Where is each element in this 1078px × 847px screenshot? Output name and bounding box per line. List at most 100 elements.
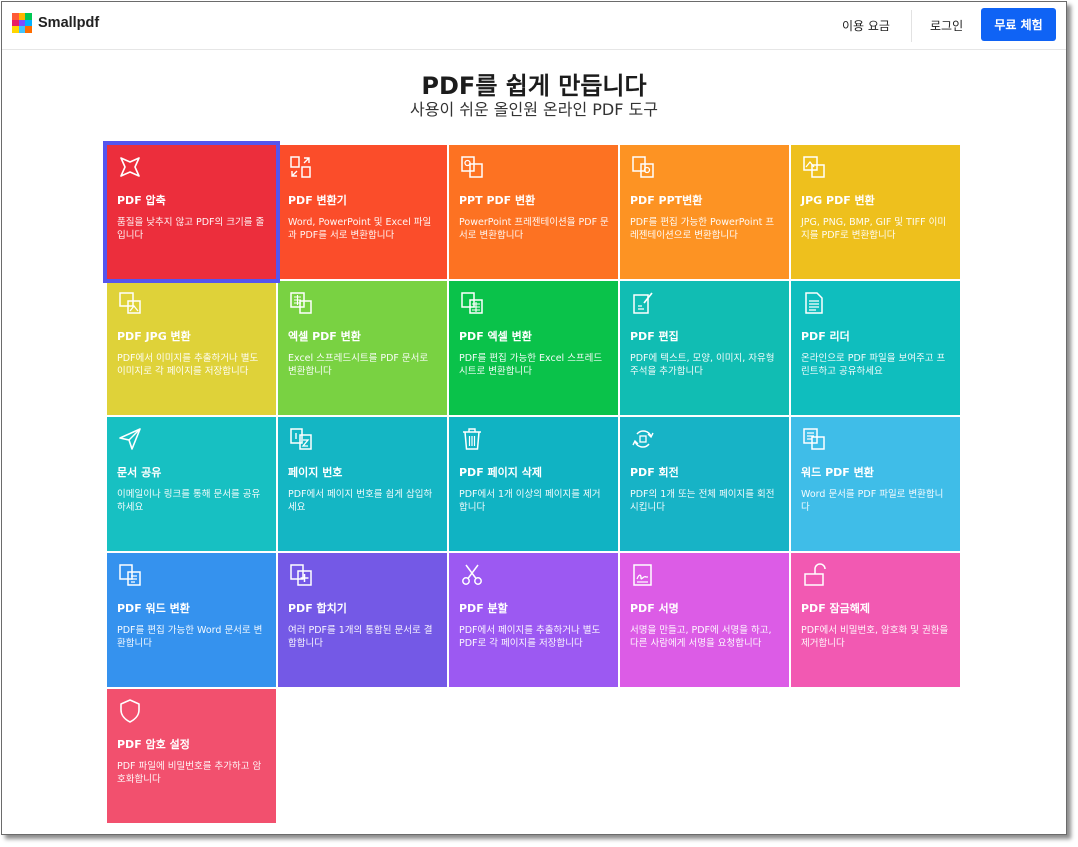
word-to-pdf-icon xyxy=(801,426,827,452)
tool-description: Excel 스프레드시트를 PDF 문서로 변환합니다 xyxy=(288,353,429,377)
tool-name: PDF 페이지 삭제 xyxy=(459,466,542,479)
logo-mark-icon xyxy=(12,13,32,33)
tool-name: PDF 엑셀 변환 xyxy=(459,330,532,343)
tool-name: PDF 리더 xyxy=(801,330,850,343)
tool-tile[interactable]: JPG PDF 변환 JPG, PNG, BMP, GIF 및 TIFF 이미지를… xyxy=(791,145,960,279)
tool-description: PDF에서 페이지 번호를 쉽게 삽입하세요 xyxy=(288,489,433,513)
tool-tile[interactable]: PDF 분할 PDF에서 페이지를 추출하거나 별도 PDF로 각 페이지를 저장… xyxy=(449,553,618,687)
tool-name: PDF 워드 변환 xyxy=(117,602,190,615)
free-trial-button[interactable]: 무료 체험 xyxy=(981,8,1056,41)
tool-tile[interactable]: PDF 워드 변환 PDF를 편집 가능한 Word 문서로 변환합니다 xyxy=(107,553,276,687)
logo[interactable]: Smallpdf xyxy=(12,13,99,33)
tool-tile[interactable]: 엑셀 PDF 변환 Excel 스프레드시트를 PDF 문서로 변환합니다 xyxy=(278,281,447,415)
tool-tile[interactable]: PDF 서명서명을 만들고, PDF에 서명을 하고, 다른 사람에게 서명을 … xyxy=(620,553,789,687)
brand-name: Smallpdf xyxy=(38,15,100,31)
tool-tile[interactable]: PDF 회전 PDF의 1개 또는 전체 페이지를 회전시킵니다 xyxy=(620,417,789,551)
logo-square xyxy=(18,19,26,27)
shield-icon xyxy=(117,698,143,724)
tool-tile[interactable]: PDF 리더온라인으로 PDF 파일을 보여주고 프린트하고 공유하세요 xyxy=(791,281,960,415)
pdf-to-word-icon xyxy=(117,562,143,588)
tool-description: Word, PowerPoint 및 Excel 파일과 PDF를 서로 변환합… xyxy=(288,217,432,241)
tool-description: Word 문서를 PDF 파일로 변환합니다 xyxy=(801,489,944,513)
tool-description: PDF에서 1개 이상의 페이지를 제거합니다 xyxy=(459,489,601,513)
tool-description: JPG, PNG, BMP, GIF 및 TIFF 이미지를 PDF로 변환합니… xyxy=(801,217,947,241)
tool-description: PDF를 편집 가능한 Excel 스프레드시트로 변환합니다 xyxy=(459,353,603,377)
tool-description: 온라인으로 PDF 파일을 보여주고 프린트하고 공유하세요 xyxy=(801,353,946,377)
unlock-icon xyxy=(801,562,827,588)
tool-description: PDF의 1개 또는 전체 페이지를 회전시킵니다 xyxy=(630,489,775,513)
tool-description: PDF에서 비밀번호, 암호화 및 권한을 제거합니다 xyxy=(801,625,949,649)
tool-description: PDF에서 이미지를 추출하거나 별도 이미지로 각 페이지를 저장합니다 xyxy=(117,353,259,377)
rotate-icon xyxy=(630,426,656,452)
pdf-to-excel-icon xyxy=(459,290,485,316)
tool-tile[interactable]: PDF 편집 PDF에 텍스트, 모양, 이미지, 자유형 주석을 추가합니다 xyxy=(620,281,789,415)
tool-name: PDF PPT변환 xyxy=(630,194,703,207)
tool-description: 이메일이나 링크를 통해 문서를 공유하세요 xyxy=(117,489,261,513)
tool-name: 엑셀 PDF 변환 xyxy=(288,330,361,343)
logo-square xyxy=(12,26,19,33)
logo-square xyxy=(18,13,26,20)
compress-icon xyxy=(117,154,143,180)
logo-square xyxy=(12,19,19,27)
nav-divider xyxy=(911,10,912,42)
logo-square xyxy=(25,26,32,33)
tool-name: PDF 합치기 xyxy=(288,602,347,615)
tool-tile[interactable]: PDF 엑셀 변환 PDF를 편집 가능한 Excel 스프레드시트로 변환합니다 xyxy=(449,281,618,415)
tool-description: PDF 파일에 비밀번호를 추가하고 암호화합니다 xyxy=(117,761,262,785)
logo-square xyxy=(12,13,19,20)
logo-square xyxy=(25,19,32,27)
tool-description: PDF를 편집 가능한 PowerPoint 프레젠테이션으로 변환합니다 xyxy=(630,217,775,241)
tool-tile[interactable]: 문서 공유이메일이나 링크를 통해 문서를 공유하세요 xyxy=(107,417,276,551)
pdf-to-jpg-icon xyxy=(117,290,143,316)
tool-tile[interactable]: 워드 PDF 변환 Word 문서를 PDF 파일로 변환합니다 xyxy=(791,417,960,551)
ppt-to-pdf-icon xyxy=(459,154,485,180)
top-navbar: Smallpdf 이용 요금 로그인 무료 체험 xyxy=(2,2,1066,50)
tool-tile[interactable]: 페이지 번호 PDF에서 페이지 번호를 쉽게 삽입하세요 xyxy=(278,417,447,551)
tool-grid: PDF 압축품질을 낮추지 않고 PDF의 크기를 줄입니다 PDF 변환기 Wor… xyxy=(103,141,960,823)
logo-square xyxy=(18,26,26,33)
merge-icon xyxy=(288,562,314,588)
nav-login-link[interactable]: 로그인 xyxy=(930,17,963,34)
page-number-icon xyxy=(288,426,314,452)
tool-tile[interactable]: PDF JPG 변환 PDF에서 이미지를 추출하거나 별도 이미지로 각 페이지… xyxy=(107,281,276,415)
trash-icon xyxy=(459,426,485,452)
tool-tile[interactable]: PDF 페이지 삭제 PDF에서 1개 이상의 페이지를 제거합니다 xyxy=(449,417,618,551)
tool-name: PPT PDF 변환 xyxy=(459,194,536,207)
convert-icon xyxy=(288,154,314,180)
tool-name: PDF 잠금해제 xyxy=(801,602,871,615)
sign-icon xyxy=(630,562,656,588)
tool-name: 페이지 번호 xyxy=(288,466,343,479)
nav-pricing-link[interactable]: 이용 요금 xyxy=(842,17,890,34)
tool-tile[interactable]: PPT PDF 변환 PowerPoint 프레젠테이션을 PDF 문서로 변환합… xyxy=(449,145,618,279)
tool-name: 문서 공유 xyxy=(117,466,162,479)
tool-description: 여러 PDF를 1개의 통합된 문서로 결합합니다 xyxy=(288,625,433,649)
browser-page: Smallpdf 이용 요금 로그인 무료 체험 PDF를 쉽게 만듭니다 사용… xyxy=(1,1,1067,835)
logo-square xyxy=(25,13,32,20)
tool-name: PDF 편집 xyxy=(630,330,679,343)
tool-description: 서명을 만들고, PDF에 서명을 하고, 다른 사람에게 서명을 요청합니다 xyxy=(630,625,772,649)
excel-to-pdf-icon xyxy=(288,290,314,316)
tool-name: PDF 변환기 xyxy=(288,194,347,207)
tool-name: PDF 분할 xyxy=(459,602,508,615)
tool-name: PDF 서명 xyxy=(630,602,679,615)
jpg-to-pdf-icon xyxy=(801,154,827,180)
edit-icon xyxy=(630,290,656,316)
page-subtitle: 사용이 쉬운 올인원 온라인 PDF 도구 xyxy=(410,100,658,119)
tool-tile[interactable]: PDF 압축품질을 낮추지 않고 PDF의 크기를 줄입니다 xyxy=(103,141,280,283)
tool-description: 품질을 낮추지 않고 PDF의 크기를 줄입니다 xyxy=(117,217,265,241)
scissors-icon xyxy=(459,562,485,588)
tool-name: 워드 PDF 변환 xyxy=(801,466,874,479)
tool-name: PDF 암호 설정 xyxy=(117,738,190,751)
tool-name: JPG PDF 변환 xyxy=(801,194,875,207)
tool-tile[interactable]: PDF 암호 설정 PDF 파일에 비밀번호를 추가하고 암호화합니다 xyxy=(107,689,276,823)
tool-description: PowerPoint 프레젠테이션을 PDF 문서로 변환합니다 xyxy=(459,217,609,241)
tool-description: PDF에서 페이지를 추출하거나 별도 PDF로 각 페이지를 저장합니다 xyxy=(459,625,601,649)
tool-tile[interactable]: PDF 변환기 Word, PowerPoint 및 Excel 파일과 PDF를… xyxy=(278,145,447,279)
tool-name: PDF JPG 변환 xyxy=(117,330,191,343)
tool-tile[interactable]: PDF 합치기여러 PDF를 1개의 통합된 문서로 결합합니다 xyxy=(278,553,447,687)
tool-tile[interactable]: PDF PPT변환 PDF를 편집 가능한 PowerPoint 프레젠테이션으로… xyxy=(620,145,789,279)
tool-name: PDF 회전 xyxy=(630,466,679,479)
pdf-to-ppt-icon xyxy=(630,154,656,180)
tool-name: PDF 압축 xyxy=(117,194,166,207)
tool-tile[interactable]: PDF 잠금해제 PDF에서 비밀번호, 암호화 및 권한을 제거합니다 xyxy=(791,553,960,687)
